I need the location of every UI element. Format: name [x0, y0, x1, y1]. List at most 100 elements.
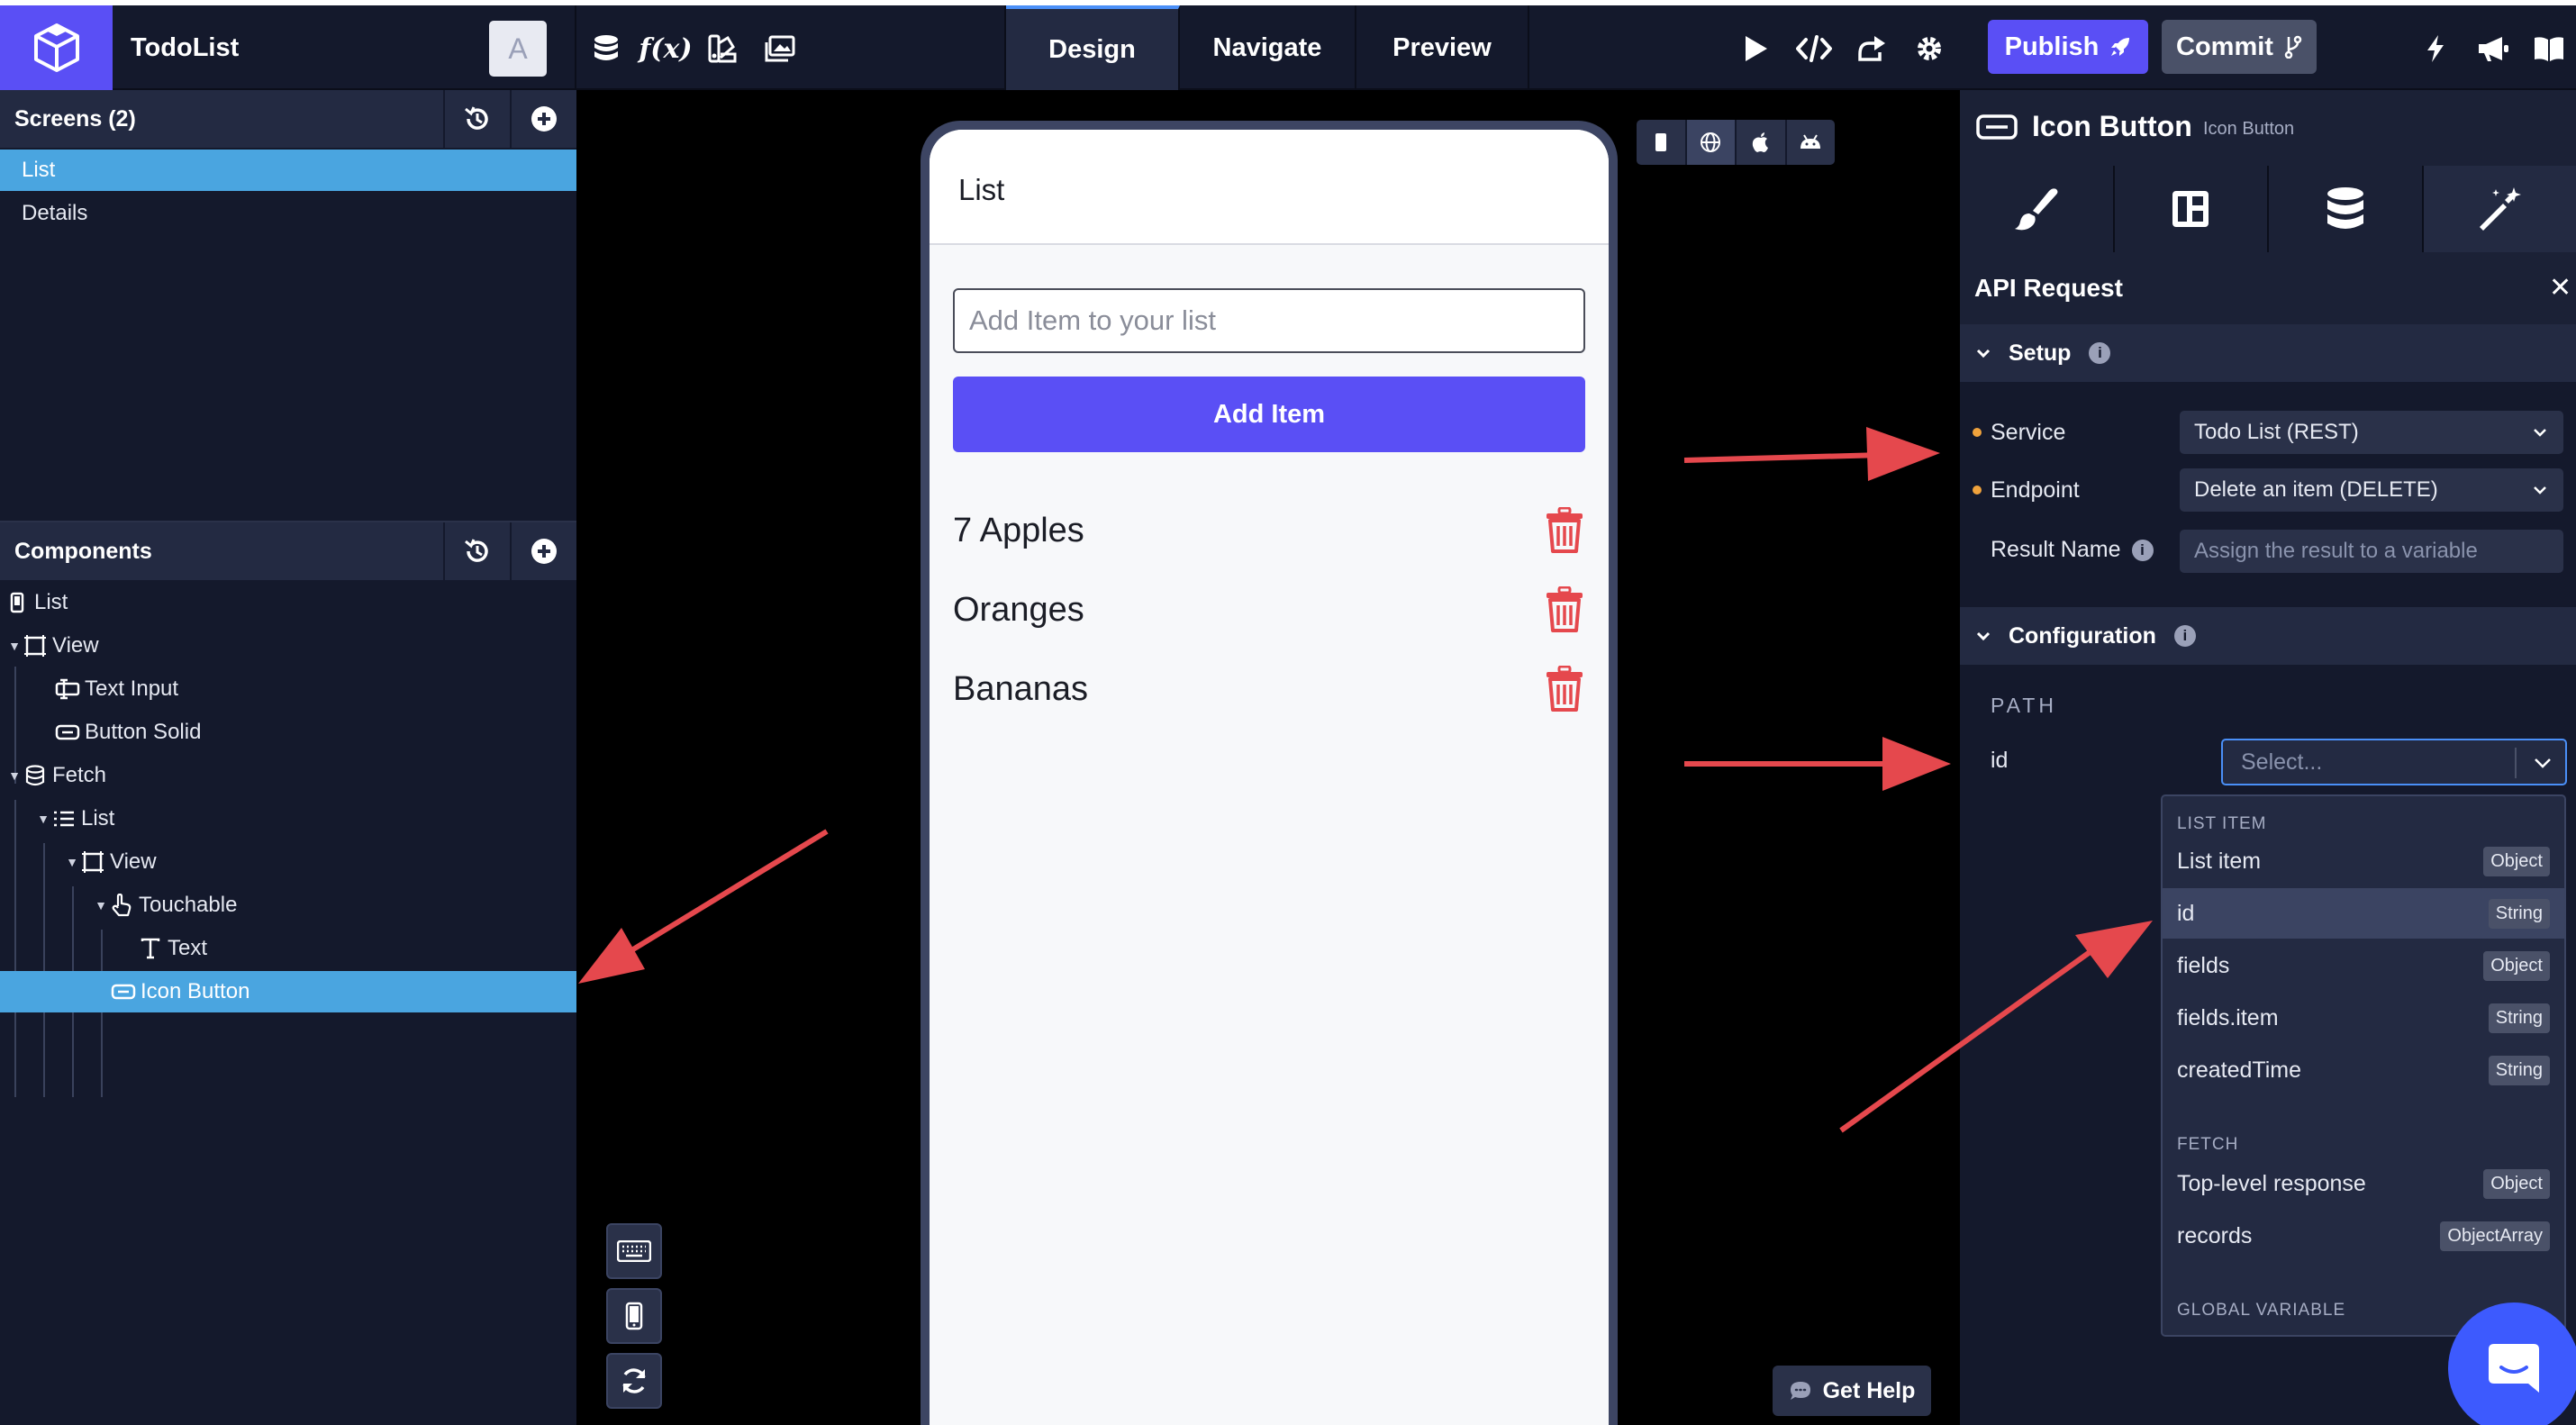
tree-item-fetch[interactable]: ▼ Fetch	[0, 755, 576, 796]
app-logo[interactable]	[0, 5, 113, 90]
commit-button[interactable]: Commit	[2162, 20, 2317, 74]
trash-icon[interactable]	[1544, 506, 1585, 555]
screen-item-list[interactable]: List	[0, 150, 576, 191]
trash-icon[interactable]	[1544, 585, 1585, 634]
phone-icon	[1655, 133, 1666, 151]
get-help-button[interactable]: Get Help	[1773, 1366, 1931, 1416]
megaphone-icon[interactable]	[2475, 31, 2511, 67]
tab-layout[interactable]	[2114, 166, 2269, 252]
service-select[interactable]: Todo List (REST)	[2180, 411, 2563, 454]
dropdown-option[interactable]: List item Object	[2163, 836, 2564, 886]
dropdown-option[interactable]: createdTime String	[2163, 1045, 2564, 1095]
type-badge: Object	[2483, 1168, 2550, 1199]
close-icon[interactable]: ✕	[2549, 272, 2571, 304]
android-platform-button[interactable]	[1787, 120, 1836, 165]
tree-item-list[interactable]: ▼ List	[0, 798, 576, 840]
mobile-device-icon	[625, 1302, 643, 1330]
docs-book-icon[interactable]	[2531, 31, 2567, 67]
inspector-header: Icon Button Icon Button	[1960, 90, 2576, 166]
screen-item-details[interactable]: Details	[0, 193, 576, 234]
layout-grid-icon	[2172, 191, 2209, 227]
messenger-icon	[2489, 1344, 2539, 1393]
info-icon[interactable]: i	[2173, 625, 2196, 647]
endpoint-select[interactable]: Delete an item (DELETE)	[2180, 468, 2563, 512]
gear-icon[interactable]	[1911, 31, 1947, 67]
code-icon[interactable]	[1796, 31, 1832, 67]
info-icon[interactable]: i	[2089, 342, 2111, 364]
publish-button[interactable]: Publish	[1988, 20, 2148, 74]
screens-history-button[interactable]	[443, 90, 510, 148]
button-icon	[110, 978, 137, 1005]
theme-palette-icon[interactable]	[704, 31, 740, 67]
tab-style[interactable]	[1960, 166, 2115, 252]
app-preview-screen: List Add Item to your list Add Item 7 Ap…	[930, 130, 1609, 1425]
globe-icon	[1701, 132, 1721, 152]
result-name-label: Result Name i	[1991, 537, 2154, 563]
assets-image-icon[interactable]	[762, 31, 798, 67]
share-icon[interactable]	[1853, 31, 1889, 67]
dropdown-option[interactable]: id String	[2163, 888, 2564, 939]
tree-item-touchable[interactable]: ▼ Touchable	[0, 885, 576, 926]
caret-down-icon[interactable]: ▼	[7, 639, 22, 653]
caret-down-icon[interactable]: ▼	[7, 768, 22, 783]
list-item[interactable]: 7 Apples	[953, 499, 1585, 562]
tree-item-icon-button[interactable]: Icon Button	[0, 971, 576, 1012]
phone-platform-button[interactable]	[1637, 120, 1687, 165]
type-badge: String	[2488, 1003, 2550, 1033]
view-frame-icon	[79, 849, 106, 876]
functions-icon[interactable]: f(x)	[639, 31, 692, 67]
tab-actions[interactable]	[2423, 166, 2576, 252]
list-item[interactable]: Oranges	[953, 578, 1585, 641]
add-screen-button[interactable]	[510, 90, 576, 148]
user-avatar[interactable]: A	[489, 21, 547, 77]
device-toggle-button[interactable]	[606, 1288, 662, 1344]
add-item-input[interactable]: Add Item to your list	[953, 288, 1585, 353]
result-name-input[interactable]: Assign the result to a variable	[2180, 530, 2563, 573]
dropdown-option[interactable]: fields.item String	[2163, 993, 2564, 1043]
lightning-icon[interactable]	[2417, 31, 2454, 67]
list-item[interactable]: Bananas	[953, 658, 1585, 721]
tree-item-text-input[interactable]: Text Input	[0, 668, 576, 710]
dropdown-group-title: LIST ITEM	[2177, 814, 2267, 833]
tab-navigate[interactable]: Navigate	[1180, 5, 1356, 90]
chat-launcher-button[interactable]	[2448, 1302, 2576, 1425]
add-component-button[interactable]	[510, 522, 576, 580]
tree-item-view-nested[interactable]: ▼ View	[0, 841, 576, 883]
components-history-button[interactable]	[443, 522, 510, 580]
dropdown-option[interactable]: records ObjectArray	[2163, 1211, 2564, 1261]
path-label: PATH	[1991, 694, 2057, 717]
database-icon	[22, 762, 49, 789]
setup-section-header[interactable]: Setup i	[1960, 324, 2576, 382]
view-frame-icon	[22, 632, 49, 659]
type-badge: ObjectArray	[2440, 1221, 2550, 1251]
keyboard-toggle-button[interactable]	[606, 1223, 662, 1279]
caret-down-icon[interactable]: ▼	[65, 855, 79, 869]
web-platform-button[interactable]	[1686, 120, 1737, 165]
type-badge: Object	[2483, 846, 2550, 876]
hand-pointer-icon	[108, 892, 135, 919]
play-icon[interactable]	[1737, 31, 1773, 67]
refresh-button[interactable]	[606, 1353, 662, 1409]
add-item-button[interactable]: Add Item	[953, 377, 1585, 452]
tree-item-list-screen[interactable]: List	[0, 582, 576, 623]
caret-down-icon[interactable]: ▼	[94, 898, 108, 912]
list-item-text: Bananas	[953, 669, 1089, 708]
id-param-select[interactable]: Select...	[2221, 739, 2567, 785]
info-icon[interactable]: i	[2131, 539, 2154, 561]
tab-data[interactable]	[2269, 166, 2424, 252]
dropdown-option[interactable]: Top-level response Object	[2163, 1158, 2564, 1209]
history-icon	[465, 539, 488, 562]
database-icon[interactable]	[588, 31, 624, 67]
screens-header: Screens (2)	[0, 90, 576, 148]
caret-down-icon[interactable]: ▼	[36, 812, 50, 826]
tab-design[interactable]: Design	[1006, 5, 1180, 90]
tree-item-view[interactable]: ▼ View	[0, 625, 576, 667]
refresh-icon	[622, 1368, 646, 1393]
trash-icon[interactable]	[1544, 665, 1585, 713]
dropdown-option[interactable]: fields Object	[2163, 940, 2564, 991]
ios-platform-button[interactable]	[1737, 120, 1787, 165]
tab-preview[interactable]: Preview	[1356, 5, 1529, 90]
configuration-section-header[interactable]: Configuration i	[1960, 607, 2576, 665]
tree-item-button-solid[interactable]: Button Solid	[0, 712, 576, 753]
tree-item-text[interactable]: Text	[0, 928, 576, 969]
